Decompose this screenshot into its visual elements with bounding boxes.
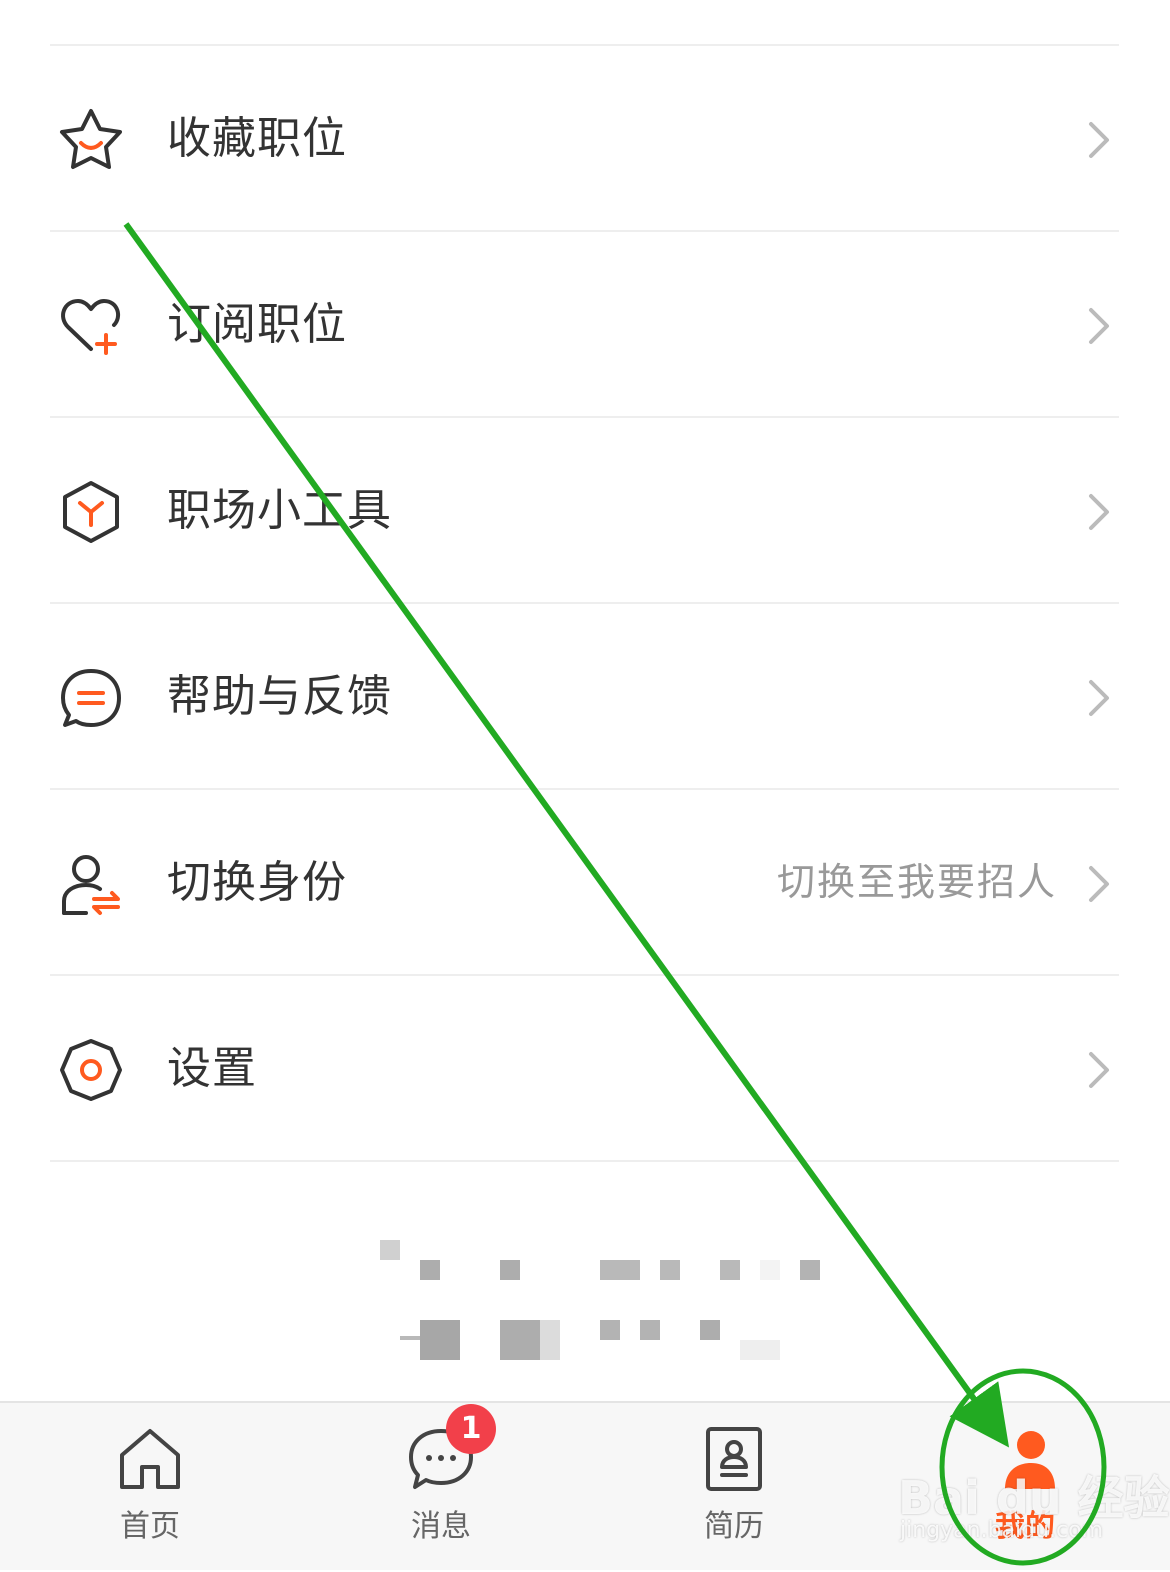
switch-identity-hint: 切换至我要招人 — [776, 860, 1057, 904]
tab-home[interactable]: 首页 — [50, 1403, 250, 1572]
watermark-url: jingyan.baidu.com — [900, 1518, 1104, 1543]
chat-bubble-icon — [56, 663, 126, 733]
menu-item-help-feedback[interactable]: 帮助与反馈 — [50, 604, 1119, 790]
tab-messages[interactable]: 消息 — [341, 1403, 541, 1572]
chevron-right-icon — [1085, 862, 1113, 906]
unread-badge: 1 — [446, 1404, 496, 1454]
tab-label: 简历 — [704, 1509, 764, 1544]
menu-item-label: 收藏职位 — [167, 113, 347, 164]
user-switch-icon — [56, 849, 126, 919]
chevron-right-icon — [1085, 304, 1113, 348]
menu-item-switch-identity[interactable]: 切换身份 切换至我要招人 — [50, 790, 1119, 976]
menu-item-favorites[interactable]: 收藏职位 — [50, 46, 1119, 232]
menu-item-label: 帮助与反馈 — [167, 671, 392, 722]
menu-item-subscribe[interactable]: 订阅职位 — [50, 232, 1119, 418]
menu-item-label: 职场小工具 — [167, 485, 392, 536]
star-smile-icon — [56, 105, 126, 175]
tab-label: 首页 — [120, 1509, 180, 1544]
menu-item-settings[interactable]: 设置 — [50, 976, 1119, 1162]
chevron-right-icon — [1085, 676, 1113, 720]
menu-item-label: 切换身份 — [167, 857, 347, 908]
tab-label: 消息 — [411, 1509, 471, 1544]
chevron-right-icon — [1085, 118, 1113, 162]
chevron-right-icon — [1085, 490, 1113, 534]
menu-item-label: 订阅职位 — [167, 299, 347, 350]
heart-plus-icon — [56, 291, 126, 361]
resume-icon — [700, 1425, 768, 1493]
chevron-right-icon — [1085, 1048, 1113, 1092]
menu-item-label: 设置 — [167, 1043, 257, 1094]
home-icon — [116, 1425, 184, 1493]
menu-item-tools[interactable]: 职场小工具 — [50, 418, 1119, 604]
tab-resume[interactable]: 简历 — [634, 1403, 834, 1572]
hexagon-tool-icon — [56, 477, 126, 547]
gear-icon — [56, 1035, 126, 1105]
